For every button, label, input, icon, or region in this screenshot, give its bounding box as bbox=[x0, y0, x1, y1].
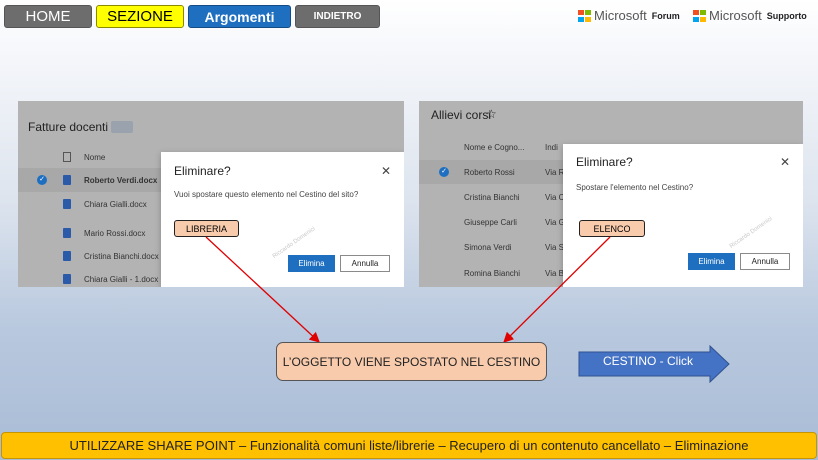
red-arrow-right bbox=[503, 236, 611, 343]
cestino-arrow-button[interactable]: CESTINO - Click bbox=[578, 345, 730, 383]
result-box: L’OGGETTO VIENE SPOSTATO NEL CESTINO bbox=[276, 342, 547, 381]
footer-banner: UTILIZZARE SHARE POINT – Funzionalità co… bbox=[1, 432, 817, 459]
connector-arrows bbox=[205, 236, 611, 343]
cestino-label: CESTINO - Click bbox=[603, 354, 693, 368]
red-arrow-left bbox=[205, 236, 320, 343]
